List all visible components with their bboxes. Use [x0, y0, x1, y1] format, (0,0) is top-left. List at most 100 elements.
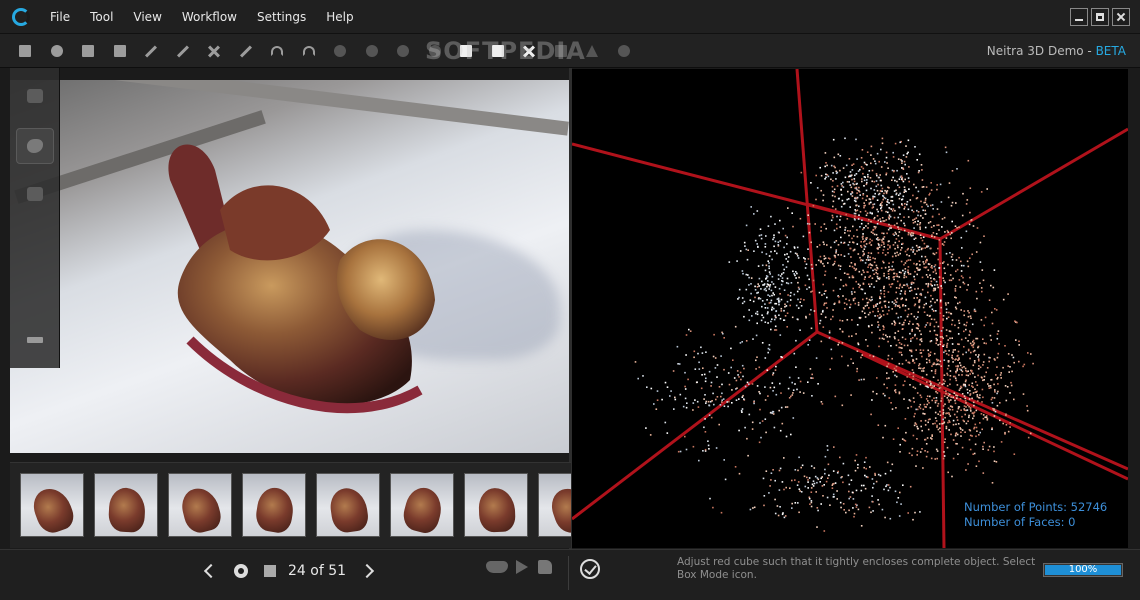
cloud-point	[823, 255, 826, 257]
cloud-point	[969, 331, 972, 334]
cloud-point	[935, 363, 938, 366]
cloud-point	[954, 306, 957, 309]
eraser-icon[interactable]	[235, 40, 257, 62]
maximize-button[interactable]	[1091, 8, 1109, 26]
cloud-point	[978, 354, 980, 356]
delete-x-icon[interactable]	[203, 40, 225, 62]
next-image-button[interactable]	[359, 563, 375, 579]
cloud-point	[922, 236, 925, 238]
rabbit-icon[interactable]	[392, 40, 414, 62]
cloud-point	[941, 383, 943, 386]
cloud-point	[969, 448, 972, 451]
image-icon[interactable]	[14, 40, 36, 62]
confirm-check-icon[interactable]	[580, 559, 600, 579]
thumbnail[interactable]	[538, 473, 571, 537]
source-photo-view[interactable]	[10, 80, 569, 453]
cloud-point	[901, 438, 904, 440]
thumbnail[interactable]	[242, 473, 306, 537]
cloud-point	[968, 398, 971, 400]
mask-icon[interactable]	[486, 561, 508, 573]
thumbnail[interactable]	[390, 473, 454, 537]
cloud-point	[995, 309, 998, 311]
cloud-point	[850, 262, 853, 264]
cloud-point	[870, 220, 872, 223]
cloud-point	[895, 233, 897, 235]
cloud-point	[937, 428, 940, 431]
menu-item-workflow[interactable]: Workflow	[182, 0, 237, 34]
cloud-point	[956, 384, 959, 386]
close-button[interactable]	[1112, 8, 1130, 26]
cloud-point	[933, 385, 935, 387]
cloud-point	[678, 363, 681, 365]
image-stack-icon[interactable]	[16, 78, 54, 114]
undo-icon[interactable]	[266, 40, 288, 62]
cloud-point	[955, 285, 957, 287]
cloud-point	[890, 225, 892, 227]
layout-icon[interactable]	[16, 322, 54, 358]
cloud-point	[901, 286, 904, 289]
mask-icon[interactable]	[16, 176, 54, 212]
brush-icon[interactable]	[140, 40, 162, 62]
cloud-point	[909, 290, 911, 292]
cloud-point	[853, 178, 856, 180]
cloud-point	[808, 231, 811, 234]
menu-item-view[interactable]: View	[133, 0, 161, 34]
cloud-point	[866, 302, 869, 304]
cloud-point	[933, 287, 935, 290]
cloud-point	[814, 223, 816, 225]
minimize-button[interactable]	[1070, 8, 1088, 26]
cloud-point	[714, 357, 717, 359]
cloud-point	[754, 239, 757, 242]
cloud-point	[833, 229, 836, 232]
stop-button[interactable]	[264, 565, 276, 577]
cloud-icon[interactable]	[329, 40, 351, 62]
cloud-icon[interactable]	[361, 40, 383, 62]
cloud-point	[786, 312, 789, 314]
fit-screen-icon[interactable]	[109, 40, 131, 62]
menu-item-help[interactable]: Help	[326, 0, 353, 34]
point-cloud-viewport[interactable]: Number of Points: 52746 Number of Faces:…	[572, 69, 1128, 548]
cloud-point	[869, 285, 871, 288]
cloud-point	[891, 169, 894, 172]
cloud-point	[997, 352, 999, 355]
menu-item-tool[interactable]: Tool	[90, 0, 113, 34]
cloud-point	[867, 176, 869, 178]
cloud-point	[880, 209, 883, 212]
play-icon[interactable]	[516, 560, 528, 574]
cloud-point	[963, 366, 965, 368]
thumbnail[interactable]	[168, 473, 232, 537]
thumbnail[interactable]	[464, 473, 528, 537]
cloud-point	[902, 484, 904, 486]
cloud-point	[919, 511, 921, 513]
cloud-point	[979, 261, 982, 263]
cloud-point	[929, 330, 931, 333]
object-icon[interactable]	[16, 128, 54, 164]
cloud-point	[882, 232, 885, 235]
cloud-point	[970, 410, 972, 412]
cloud-point	[871, 478, 874, 480]
previous-image-button[interactable]	[203, 563, 219, 579]
cloud-point	[856, 235, 859, 238]
cloud-point	[904, 262, 907, 264]
cloud-point	[968, 311, 970, 314]
cloud-point	[872, 232, 874, 234]
thumbnail[interactable]	[20, 473, 84, 537]
thumbnail[interactable]	[94, 473, 158, 537]
cloud-point	[946, 342, 949, 345]
cloud-point	[842, 295, 844, 297]
pacman-icon[interactable]	[613, 40, 635, 62]
cloud-point	[779, 219, 781, 222]
cloud-point	[975, 391, 977, 393]
record-button[interactable]	[234, 564, 248, 578]
cloud-upload-icon[interactable]	[46, 40, 68, 62]
menu-item-file[interactable]: File	[50, 0, 70, 34]
redo-icon[interactable]	[298, 40, 320, 62]
cloud-point	[756, 310, 759, 313]
unlock-icon[interactable]	[77, 40, 99, 62]
cloud-point	[888, 262, 890, 264]
thumbs-up-icon[interactable]	[538, 560, 552, 574]
cloud-point	[933, 397, 935, 399]
thumbnail[interactable]	[316, 473, 380, 537]
eyedropper-icon[interactable]	[172, 40, 194, 62]
menu-item-settings[interactable]: Settings	[257, 0, 306, 34]
